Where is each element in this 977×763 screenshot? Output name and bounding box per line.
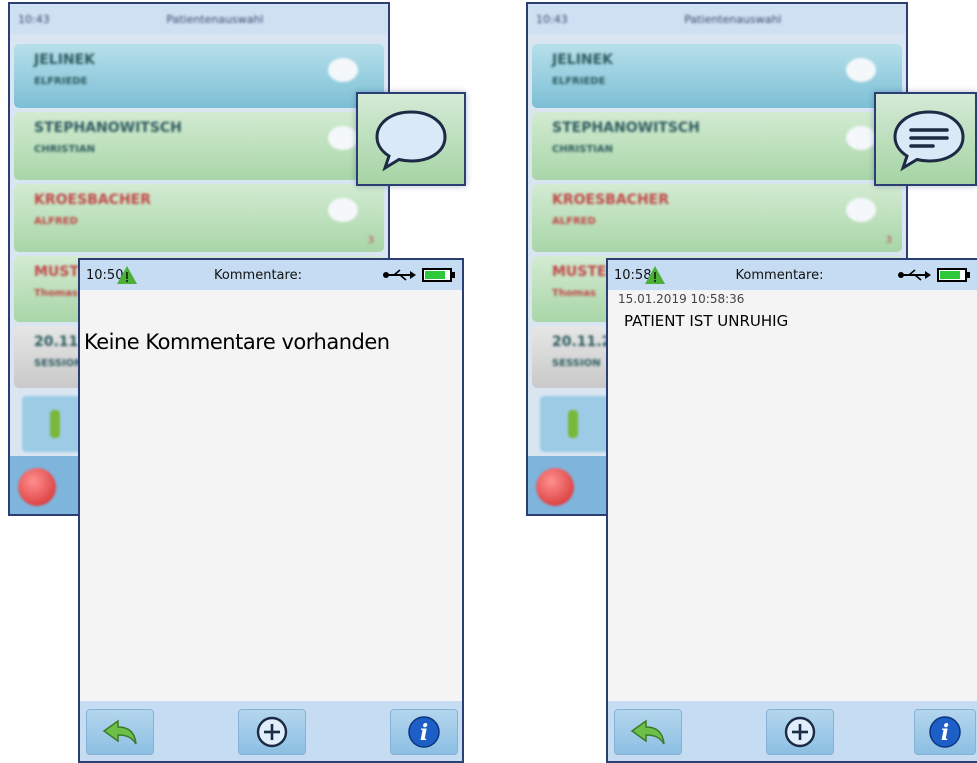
bottom-toolbar: i bbox=[80, 701, 462, 761]
patient-last-name: KROESBACHER bbox=[34, 192, 152, 208]
back-button[interactable] bbox=[614, 709, 682, 755]
status-title: Patientenauswahl bbox=[684, 12, 782, 26]
comment-timestamp: 15.01.2019 10:58:36 bbox=[618, 292, 745, 306]
patient-row-kroesbacher[interactable]: KROESBACHER ALFRED 3 bbox=[532, 184, 902, 252]
patient-last-name: KROESBACHER bbox=[552, 192, 670, 208]
patient-last-name: STEPHANOWITSCH bbox=[34, 120, 182, 136]
usb-icon bbox=[898, 269, 931, 281]
patient-first-name: CHRISTIAN bbox=[552, 144, 613, 155]
usb-icon bbox=[383, 269, 416, 281]
comment-bubble-icon[interactable] bbox=[328, 126, 358, 150]
comment-bubble-icon[interactable] bbox=[328, 198, 358, 222]
scroll-up-button[interactable] bbox=[540, 396, 610, 452]
info-button[interactable]: i bbox=[390, 709, 458, 755]
patient-first-name: ELFRIEDE bbox=[34, 76, 88, 87]
svg-text:i: i bbox=[420, 720, 428, 746]
comment-text: PATIENT IST UNRUHIG bbox=[624, 312, 789, 330]
warning-icon bbox=[645, 266, 665, 284]
back-button[interactable] bbox=[86, 709, 154, 755]
comment-count: 3 bbox=[885, 235, 892, 246]
svg-text:i: i bbox=[941, 720, 949, 746]
warning-icon bbox=[117, 266, 137, 284]
add-circle-icon bbox=[256, 716, 288, 748]
comment-bubble-icon[interactable] bbox=[846, 198, 876, 222]
status-bar: 10:43 Patientenauswahl bbox=[10, 4, 388, 34]
back-arrow-icon bbox=[630, 719, 665, 745]
add-comment-button[interactable] bbox=[238, 709, 306, 755]
comment-bubble-zoom bbox=[356, 92, 466, 186]
patient-first-name: ELFRIEDE bbox=[552, 76, 606, 87]
comment-item[interactable]: 15.01.2019 10:58:36 PATIENT IST UNRUHIG bbox=[608, 292, 977, 330]
battery-icon bbox=[937, 268, 970, 282]
bottom-toolbar: i bbox=[608, 701, 977, 761]
status-bar: 10:43 Patientenauswahl bbox=[528, 4, 906, 34]
screen-title: Kommentare: bbox=[735, 267, 824, 283]
battery-icon bbox=[422, 268, 455, 282]
power-icon[interactable] bbox=[536, 468, 574, 506]
patient-first-name: CHRISTIAN bbox=[34, 144, 95, 155]
back-arrow-icon bbox=[102, 719, 137, 745]
patient-last-name: JELINEK bbox=[552, 52, 614, 68]
filled-comment-bubble-icon bbox=[892, 110, 965, 172]
patient-first-name: ALFRED bbox=[552, 216, 596, 227]
status-bar: 10:50 Kommentare: bbox=[80, 260, 462, 290]
power-icon[interactable] bbox=[18, 468, 56, 506]
patient-row-jelinek[interactable]: JELINEK ELFRIEDE bbox=[14, 44, 384, 108]
patient-row-jelinek[interactable]: JELINEK ELFRIEDE bbox=[532, 44, 902, 108]
info-icon: i bbox=[929, 716, 961, 748]
patient-first-name: ALFRED bbox=[34, 216, 78, 227]
comment-bubble-icon[interactable] bbox=[846, 58, 876, 82]
status-time: 10:58 bbox=[614, 267, 652, 283]
patient-row-kroesbacher[interactable]: KROESBACHER ALFRED 3 bbox=[14, 184, 384, 252]
comments-list: Keine Kommentare vorhanden bbox=[80, 290, 462, 701]
screen-title: Kommentare: bbox=[214, 267, 302, 283]
comment-bubble-icon[interactable] bbox=[328, 58, 358, 82]
status-time: 10:43 bbox=[536, 12, 568, 26]
status-time: 10:50 bbox=[86, 267, 124, 283]
status-bar: 10:58 Kommentare: bbox=[608, 260, 977, 290]
comments-screen-with-entry: 10:58 Kommentare: 15.01.2019 10:58:36 PA… bbox=[606, 258, 977, 763]
comment-bubble-zoom bbox=[874, 92, 977, 186]
status-title: Patientenauswahl bbox=[166, 12, 264, 26]
status-time: 10:43 bbox=[18, 12, 50, 26]
info-icon: i bbox=[408, 716, 440, 748]
comments-list: 15.01.2019 10:58:36 PATIENT IST UNRUHIG bbox=[608, 290, 977, 701]
comments-screen-empty: 10:50 Kommentare: Keine Kommentare vorha… bbox=[78, 258, 464, 763]
patient-last-name: JELINEK bbox=[34, 52, 96, 68]
comment-bubble-icon[interactable] bbox=[846, 126, 876, 150]
empty-comment-bubble-icon bbox=[375, 110, 447, 172]
add-circle-icon bbox=[784, 716, 816, 748]
comment-count: 3 bbox=[367, 235, 374, 246]
empty-comments-message: Keine Kommentare vorhanden bbox=[84, 330, 390, 354]
patient-last-name: STEPHANOWITSCH bbox=[552, 120, 700, 136]
patient-row-stephanowitsch[interactable]: STEPHANOWITSCH CHRISTIAN bbox=[14, 112, 384, 180]
add-comment-button[interactable] bbox=[766, 709, 834, 755]
info-button[interactable]: i bbox=[914, 709, 976, 755]
patient-row-stephanowitsch[interactable]: STEPHANOWITSCH CHRISTIAN bbox=[532, 112, 902, 180]
